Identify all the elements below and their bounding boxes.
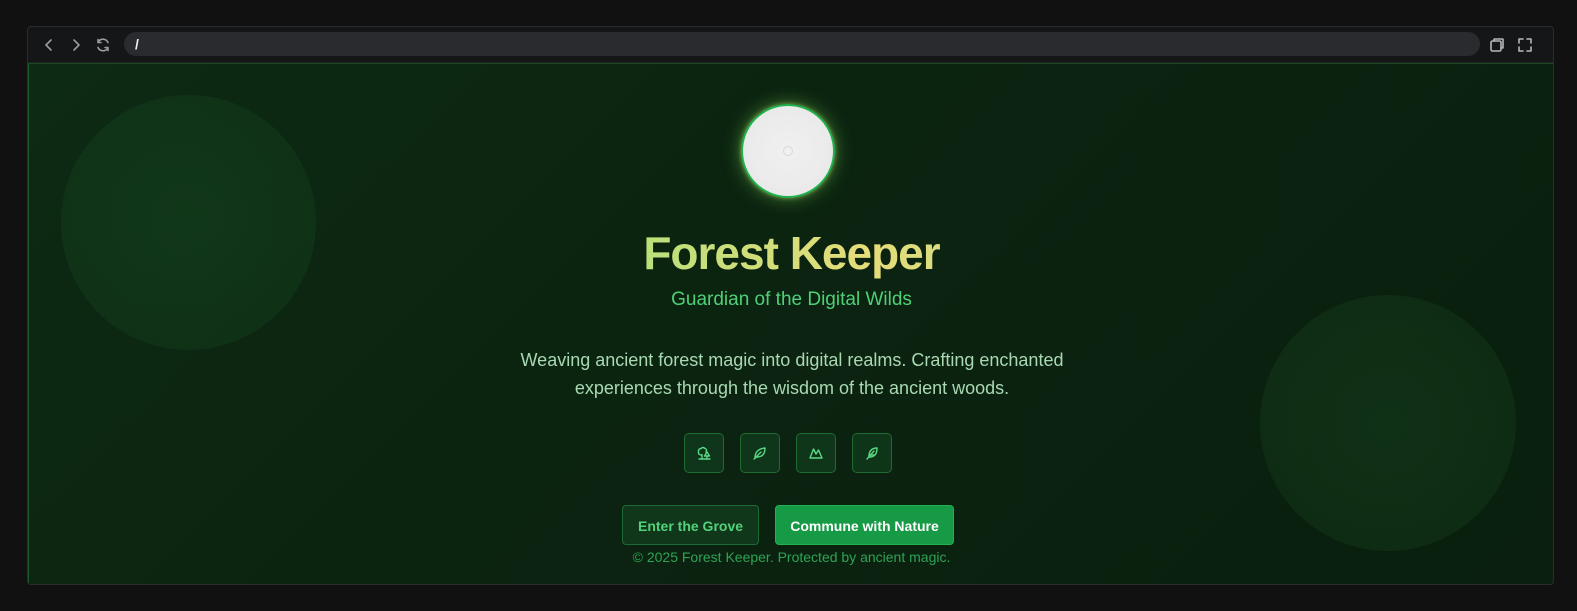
fullscreen-icon xyxy=(1518,38,1532,52)
forward-button[interactable] xyxy=(66,35,86,55)
avatar-center-dot xyxy=(783,146,793,156)
decorative-circle xyxy=(61,95,316,350)
footer-copyright: © 2025 Forest Keeper. Protected by ancie… xyxy=(632,549,951,565)
trees-button[interactable] xyxy=(684,433,724,473)
open-window-icon xyxy=(1490,38,1504,52)
commune-with-nature-button[interactable]: Commune with Nature xyxy=(775,505,954,545)
back-button[interactable] xyxy=(39,35,59,55)
hero-description: Weaving ancient forest magic into digita… xyxy=(520,350,1064,398)
open-window-button[interactable] xyxy=(1487,35,1507,55)
chevron-right-icon xyxy=(73,39,80,51)
browser-toolbar: / xyxy=(28,27,1553,63)
feather-icon xyxy=(866,447,878,460)
avatar xyxy=(741,104,835,198)
reload-button[interactable] xyxy=(93,35,113,55)
icon-row xyxy=(684,433,894,473)
enter-grove-button[interactable]: Enter the Grove xyxy=(622,505,759,545)
decorative-circle xyxy=(1260,295,1516,551)
feather-button[interactable] xyxy=(852,433,892,473)
leaf-button[interactable] xyxy=(740,433,780,473)
page-subtitle: Guardian of the Digital Wilds xyxy=(671,289,912,310)
address-bar[interactable]: / xyxy=(124,32,1480,56)
browser-window: / Forest Keeper Guardian of the Digital … xyxy=(27,26,1554,585)
mountain-button[interactable] xyxy=(796,433,836,473)
page-viewport: Forest Keeper Guardian of the Digital Wi… xyxy=(28,63,1553,584)
trees-icon xyxy=(697,446,711,460)
chevron-left-icon xyxy=(45,39,52,51)
reload-icon xyxy=(97,38,109,52)
mountain-icon xyxy=(809,448,823,459)
leaf-icon xyxy=(753,447,766,460)
fullscreen-button[interactable] xyxy=(1515,35,1535,55)
page-title: Forest Keeper xyxy=(29,226,1553,280)
